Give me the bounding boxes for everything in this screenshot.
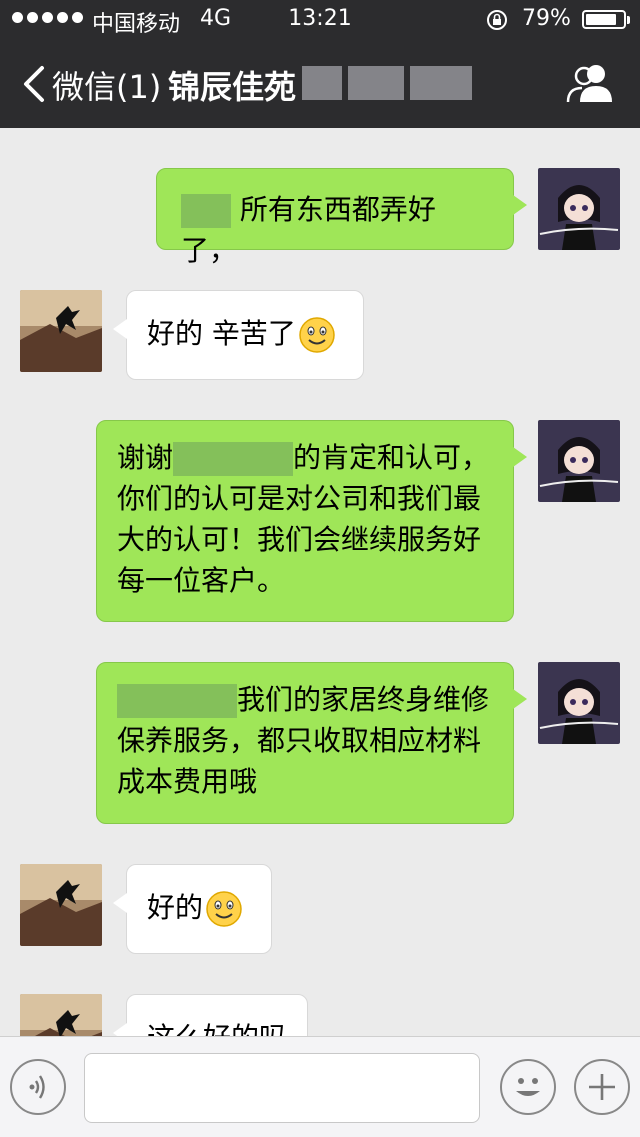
message-bubble[interactable]: 好的 辛苦了: [113, 290, 364, 380]
top-bar: 中国移动 4G 13:21 79% 微信(1) 锦辰佳苑: [0, 0, 640, 128]
redacted-text: [173, 442, 294, 476]
emoji-icon: [516, 1078, 540, 1096]
message-text: 谢谢: [117, 441, 174, 474]
redacted-text: [181, 194, 231, 228]
battery-percent: 79%: [522, 6, 571, 31]
contact-avatar[interactable]: [20, 290, 102, 372]
smile-emoji-icon: [299, 317, 335, 353]
message-text: 成本费用哦: [117, 765, 258, 798]
smile-emoji-icon: [206, 891, 242, 927]
message-text: 好的: [147, 891, 204, 924]
title-mosaic: [410, 66, 472, 100]
message-text: 好的 辛苦了: [147, 317, 296, 350]
message-bubble[interactable]: 我们的家居终身维修 保养服务，都只收取相应材料 成本费用哦: [96, 662, 527, 824]
rotation-lock-icon: [487, 10, 507, 30]
contact-avatar[interactable]: [20, 994, 102, 1036]
message-text: 大的认可！我们会继续服务好: [117, 523, 482, 556]
battery-icon: [582, 10, 630, 29]
back-button[interactable]: 微信(1): [52, 62, 161, 108]
message-text: 每一位客户。: [117, 564, 286, 597]
chat-info-people-icon[interactable]: [566, 62, 614, 104]
message-text: 的肯定和认可，: [293, 441, 490, 474]
message-input[interactable]: [84, 1053, 480, 1123]
back-chevron-icon[interactable]: [20, 64, 50, 104]
message-bubble[interactable]: 谢谢 的肯定和认可， 你们的认可是对公司和我们最 大的认可！我们会继续服务好 每一…: [96, 420, 527, 622]
title-mosaic: [302, 66, 342, 100]
voice-button[interactable]: [10, 1059, 66, 1115]
message-text: 你们的认可是对公司和我们最: [117, 482, 482, 515]
message-text: 这么好的吗: [147, 1021, 287, 1036]
nav-bar: 微信(1) 锦辰佳苑: [0, 40, 640, 128]
voice-icon: [29, 1075, 45, 1099]
title-mosaic: [348, 66, 404, 100]
message-bubble[interactable]: 所有东西都弄好了，: [156, 168, 527, 267]
my-avatar[interactable]: [538, 662, 620, 744]
my-avatar[interactable]: [538, 168, 620, 250]
more-button[interactable]: [574, 1059, 630, 1115]
emoji-button[interactable]: [500, 1059, 556, 1115]
message-bubble[interactable]: 好的: [113, 864, 272, 954]
contact-avatar[interactable]: [20, 864, 102, 946]
message-text: 我们的家居终身维修: [237, 683, 490, 716]
my-avatar[interactable]: [538, 420, 620, 502]
redacted-text: [117, 684, 237, 718]
message-list[interactable]: 所有东西都弄好了， 好的 辛苦了 谢谢 的肯定和认可， 你们的认可是对公司和我们最…: [0, 128, 640, 1036]
chat-title: 锦辰佳苑: [168, 68, 297, 106]
message-text: 保养服务，都只收取相应材料: [117, 724, 482, 757]
input-bar: [0, 1036, 640, 1137]
status-bar: 中国移动 4G 13:21 79%: [0, 0, 640, 40]
plus-icon: [589, 1074, 615, 1100]
message-bubble[interactable]: 这么好的吗: [113, 994, 308, 1036]
